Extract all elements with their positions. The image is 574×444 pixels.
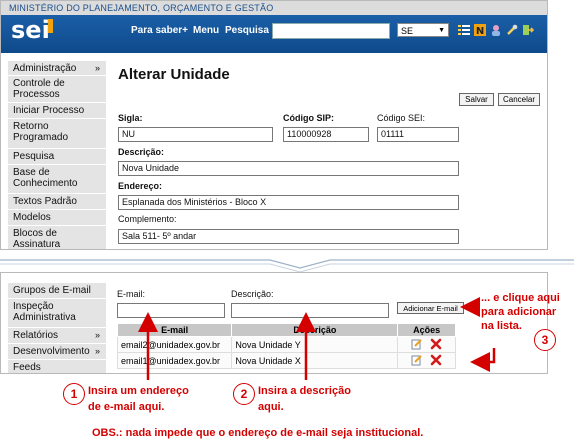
delete-icon[interactable] [430,354,442,366]
step-2-text-line1: Insira a descrição [258,385,351,397]
link-menu[interactable]: Menu [193,25,219,36]
step-1-text-line2: de e-mail aqui. [88,401,165,413]
step-3-text-line1: ... e clique aqui [481,292,560,304]
step-3-text-line3: na lista. [481,320,522,332]
menu-item-modelos[interactable]: Modelos [8,210,106,226]
email-label: E-mail: [117,289,146,299]
menu-item-textos-padrao[interactable]: Textos Padrão [8,194,106,210]
email-desc-input[interactable] [231,303,389,318]
menu-item-relatorios[interactable]: Relatórios» [8,328,106,344]
email-table: E-mail Descrição Ações email2@unidadex.g… [116,323,456,369]
link-pesquisa[interactable]: Pesquisa [225,25,269,36]
gov-bar: MINISTÉRIO DO PLANEJAMENTO, ORÇAMENTO E … [1,1,547,15]
menu-item-desenvolvimento[interactable]: Desenvolvimento» [8,344,106,360]
menu-item-pesquisa[interactable]: Pesquisa [8,149,106,165]
chevron-right-icon: » [94,63,100,73]
exit-icon[interactable] [522,24,534,36]
descricao-field[interactable]: Nova Unidade [118,161,459,176]
cancel-button[interactable]: Cancelar [498,93,540,106]
unit-select-value: SE [401,26,414,36]
sei-window-top: MINISTÉRIO DO PLANEJAMENTO, ORÇAMENTO E … [0,0,548,250]
sip-field[interactable]: 110000928 [283,127,369,142]
step-2-text-line2: aqui. [258,401,284,413]
menu-item-inspecao[interactable]: Inspeção Administrativa [8,299,106,328]
sei-code-label: Código SEI: [377,113,426,123]
step-3-text-line2: para adicionar [481,306,557,318]
row-descricao: Nova Unidade Y [231,336,399,353]
sigla-field[interactable]: NU [118,127,273,142]
chevron-right-icon: » [94,346,100,356]
menu-item-controle-processos[interactable]: Controle de Processos [8,76,106,103]
delete-icon[interactable] [430,338,442,350]
col-email: E-mail [116,323,233,337]
table-row: email1@unidadex.gov.br Nova Unidade X [116,352,456,369]
menu-item-feeds[interactable]: Feeds [8,360,106,373]
complemento-label: Complemento: [118,214,177,224]
sip-label: Código SIP: [283,113,334,123]
link-para-saber[interactable]: Para saber+ [131,25,188,36]
menu-item-iniciar-processo[interactable]: Iniciar Processo [8,103,106,119]
row-email: email1@unidadex.gov.br [116,352,233,369]
sei-code-field[interactable]: 01111 [377,127,459,142]
chevron-right-icon: » [94,330,100,340]
col-descricao: Descrição [231,323,399,337]
menu-item-administracao[interactable]: Administração» [8,61,106,76]
svg-text:N: N [476,26,484,36]
endereco-field[interactable]: Esplanada dos Ministérios - Bloco X [118,195,459,210]
page-title: Alterar Unidade [118,66,230,83]
save-button[interactable]: Salvar [459,93,494,106]
menu-item-base-conhecimento[interactable]: Base de Conhecimento [8,165,106,194]
user-icon[interactable] [490,24,502,36]
endereco-label: Endereço: [118,181,163,191]
step-1-text-line1: Insira um endereço [88,385,189,397]
tools-icon[interactable] [506,24,518,36]
search-input[interactable] [272,23,390,39]
add-email-button[interactable]: Adicionar E-mail [397,302,464,314]
unit-select[interactable]: SE ▼ [397,23,449,37]
complemento-field[interactable]: Sala 511- 5º andar [118,229,459,244]
email-desc-label: Descrição: [231,289,274,299]
col-acoes: Ações [397,323,456,337]
email-input[interactable] [117,303,225,318]
table-row: email2@unidadex.gov.br Nova Unidade Y [116,336,456,353]
row-email: email2@unidadex.gov.br [116,336,233,353]
menu-item-retorno-programado[interactable]: Retorno Programado [8,119,106,149]
edit-icon[interactable] [411,354,423,366]
step-2-badge: 2 [233,383,255,405]
row-descricao: Nova Unidade X [231,352,399,369]
menu-item-grupos-email[interactable]: Grupos de E-mail [8,283,106,299]
sei-logo-mark [48,19,53,33]
descricao-label: Descrição: [118,147,165,157]
step-1-badge: 1 [63,383,85,405]
sigla-label: Sigla: [118,113,143,123]
step-3-badge: 3 [534,329,556,351]
sei-logo[interactable]: sei [11,16,50,44]
new-icon[interactable]: N [474,24,486,36]
obs-note: OBS.: nada impede que o endereço de e-ma… [92,427,424,439]
chevron-down-icon: ▼ [438,27,445,34]
list-icon[interactable] [458,24,470,36]
edit-icon[interactable] [411,338,423,350]
